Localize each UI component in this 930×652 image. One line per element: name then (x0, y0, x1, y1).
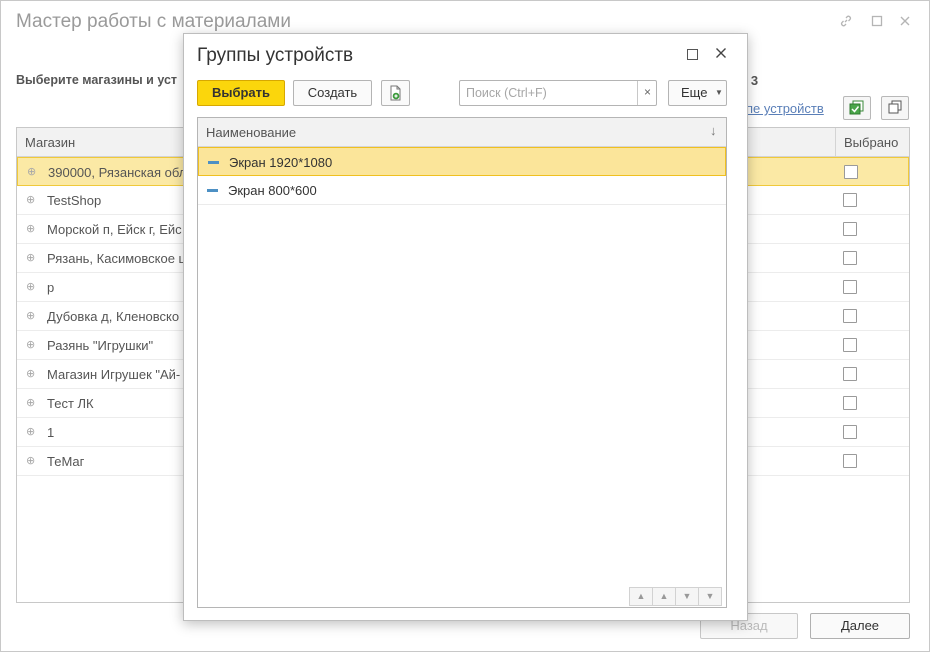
selected-checkbox[interactable] (843, 222, 857, 236)
group-icon (208, 161, 219, 164)
group-icon (207, 189, 218, 192)
list-item[interactable]: Экран 800*600 (198, 176, 726, 205)
selected-checkbox[interactable] (843, 367, 857, 381)
store-name: ТеМаг (47, 454, 85, 469)
chevron-down-icon: ▼ (715, 88, 723, 97)
selected-checkbox[interactable] (843, 338, 857, 352)
selected-checkbox[interactable] (843, 425, 857, 439)
expand-icon[interactable]: ⊕ (26, 222, 35, 235)
scroll-down-icon[interactable]: ▼ (675, 587, 699, 606)
sort-icon: ↓ (710, 123, 717, 138)
expand-icon[interactable]: ⊕ (26, 425, 35, 438)
selected-checkbox[interactable] (843, 309, 857, 323)
col-selected-header[interactable]: Выбрано (844, 135, 898, 150)
store-name: Разянь "Игрушки" (47, 338, 154, 353)
dialog-title: Группы устройств (197, 45, 354, 66)
store-name: Дубовка д, Кленовско (47, 309, 180, 324)
column-divider (835, 128, 836, 157)
maximize-icon[interactable] (687, 49, 698, 60)
groups-grid: Наименование ↓ Экран 1920*1080 Экран 800*… (197, 117, 727, 608)
list-item[interactable]: Экран 1920*1080 (198, 147, 726, 176)
expand-icon[interactable]: ⊕ (26, 280, 35, 293)
expand-icon[interactable]: ⊕ (26, 309, 35, 322)
store-name: Морской п, Ейск г, Ейс (47, 222, 182, 237)
selected-checkbox[interactable] (843, 193, 857, 207)
groups-grid-header: Наименование ↓ (198, 118, 726, 147)
col-store-header[interactable]: Магазин (25, 135, 75, 150)
more-button[interactable]: Еще ▼ (668, 80, 727, 106)
check-all-button[interactable] (843, 96, 871, 120)
copy-icon[interactable] (381, 80, 410, 106)
store-name: 1 (47, 425, 55, 440)
selected-checkbox[interactable] (843, 396, 857, 410)
store-name: Рязань, Касимовское ш (47, 251, 189, 266)
prompt-label: Выберите магазины и уст (16, 73, 178, 87)
store-name: TestShop (47, 193, 102, 208)
more-label: Еще (681, 85, 708, 100)
expand-icon[interactable]: ⊕ (26, 193, 35, 206)
expand-icon[interactable]: ⊕ (26, 454, 35, 467)
create-button[interactable]: Создать (293, 80, 372, 106)
expand-icon[interactable]: ⊕ (26, 251, 35, 264)
maximize-icon[interactable] (869, 14, 885, 30)
expand-icon[interactable]: ⊕ (26, 396, 35, 409)
clear-search-button[interactable]: × (637, 81, 657, 105)
selected-checkbox[interactable] (843, 454, 857, 468)
next-button[interactable]: Далее (810, 613, 910, 639)
grid-navigation: ▲ ▲ ▼ ▼ (629, 587, 722, 607)
col-name-header[interactable]: Наименование (206, 125, 296, 140)
store-name: Тест ЛК (47, 396, 94, 411)
store-name: Магазин Игрушек "Ай- (47, 367, 181, 382)
link-icon[interactable] (838, 14, 854, 30)
wizard-title: Мастер работы с материалами (16, 11, 291, 32)
group-name: Экран 800*600 (228, 183, 317, 198)
device-groups-link[interactable]: пе устройств (746, 101, 824, 116)
expand-icon[interactable]: ⊕ (26, 338, 35, 351)
device-groups-dialog: Группы устройств Выбрать Создать × Еще ▼… (183, 33, 748, 621)
scroll-first-icon[interactable]: ▲ (629, 587, 653, 606)
selected-checkbox[interactable] (844, 165, 858, 179)
selected-checkbox[interactable] (843, 280, 857, 294)
scroll-last-icon[interactable]: ▼ (698, 587, 722, 606)
expand-icon[interactable]: ⊕ (27, 165, 36, 178)
uncheck-all-button[interactable] (881, 96, 909, 120)
store-name: 390000, Рязанская обл (48, 165, 187, 180)
select-button[interactable]: Выбрать (197, 80, 285, 106)
scroll-up-icon[interactable]: ▲ (652, 587, 676, 606)
selected-checkbox[interactable] (843, 251, 857, 265)
close-icon[interactable] (715, 43, 727, 64)
close-icon[interactable] (897, 14, 913, 30)
store-name: р (47, 280, 55, 295)
search-field: × (459, 80, 657, 106)
search-input[interactable] (460, 81, 636, 105)
expand-icon[interactable]: ⊕ (26, 367, 35, 380)
group-name: Экран 1920*1080 (229, 155, 333, 170)
